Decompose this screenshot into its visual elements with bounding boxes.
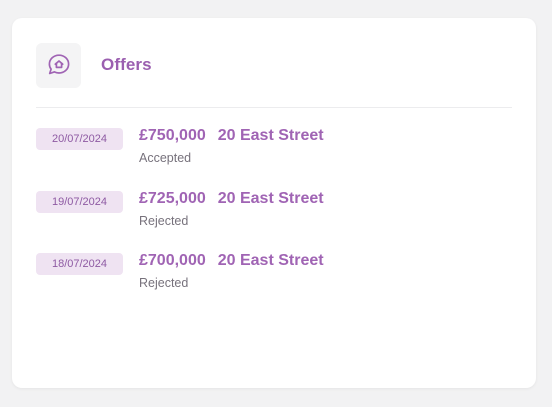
- offer-body: £750,000 20 East Street Accepted: [139, 127, 324, 165]
- offer-amount: £700,000: [139, 252, 206, 269]
- offer-body: £700,000 20 East Street Rejected: [139, 252, 324, 290]
- card-title: Offers: [101, 55, 152, 74]
- home-chat-icon: [36, 42, 81, 88]
- date-badge: 20/07/2024: [36, 128, 123, 150]
- offer-status: Rejected: [139, 276, 189, 290]
- offer-item[interactable]: 19/07/2024 £725,000 20 East Street Rejec…: [36, 190, 512, 254]
- offers-card: Offers 20/07/2024 £750,000 20 East Stree…: [12, 18, 536, 388]
- offer-address: 20 East Street: [217, 127, 324, 144]
- date-badge: 19/07/2024: [36, 190, 123, 213]
- offer-status: Rejected: [139, 213, 189, 228]
- offer-address: 20 East Street: [217, 189, 324, 207]
- offers-list: 20/07/2024 £750,000 20 East Street Accep…: [36, 127, 512, 316]
- offer-address: 20 East Street: [217, 252, 324, 269]
- date-badge: 18/07/2024: [36, 253, 123, 275]
- offer-body: £725,000 20 East Street Rejected: [139, 190, 324, 228]
- offer-line: £725,000 20 East Street: [139, 190, 324, 208]
- divider: [36, 107, 512, 108]
- offer-item[interactable]: 20/07/2024 £750,000 20 East Street Accep…: [36, 127, 512, 191]
- offer-line: £750,000 20 East Street: [139, 127, 324, 145]
- offer-item[interactable]: 18/07/2024 £700,000 20 East Street Rejec…: [36, 252, 512, 316]
- offer-amount: £750,000: [139, 127, 206, 144]
- offer-line: £700,000 20 East Street: [139, 252, 324, 270]
- card-header: Offers: [36, 42, 512, 88]
- offer-amount: £725,000: [139, 189, 206, 207]
- offer-status: Accepted: [139, 151, 192, 165]
